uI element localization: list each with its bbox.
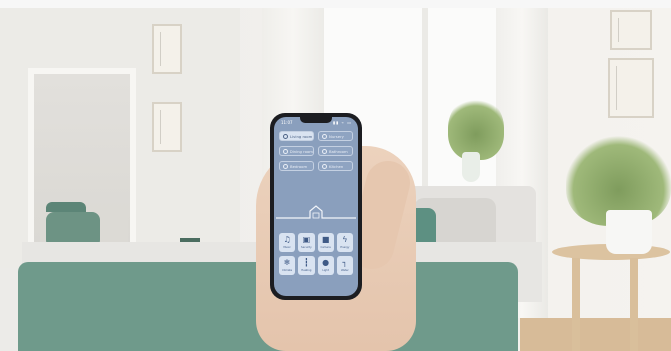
wall-art-frame: [152, 24, 182, 74]
room-label: Kitchen: [329, 163, 344, 169]
status-icons: ▮▮ ⌁ ▭: [332, 120, 352, 125]
room-button-dining-room[interactable]: Dining room: [279, 146, 314, 156]
wall-art-frame: [610, 10, 652, 50]
room-label: Bedroom: [290, 163, 308, 169]
table-vase: [606, 210, 652, 254]
control-label: Climate: [282, 269, 293, 272]
wall-art-frame: [608, 58, 654, 118]
radio-icon: [283, 148, 288, 154]
camera-icon: ■: [321, 235, 330, 244]
room-button-kitchen[interactable]: Kitchen: [318, 161, 353, 171]
control-label: Security: [301, 246, 312, 249]
bolt-icon: ϟ: [342, 235, 348, 244]
window-vase: [462, 152, 480, 182]
radio-icon: [322, 133, 327, 139]
room-button-bedroom[interactable]: Bedroom: [279, 161, 314, 171]
side-table-leg: [630, 258, 638, 351]
control-grid: ♫ Music ▣ Security ■ Camera ϟ Energy ❄ Climat…: [279, 233, 353, 275]
control-tile-climate[interactable]: ❄ Climate: [279, 256, 296, 275]
floor: [520, 318, 671, 351]
status-time: 11:07: [281, 120, 293, 125]
room-list: Living room Nursery Dining room Bathroom…: [279, 131, 353, 171]
control-label: Light: [322, 269, 329, 272]
window-plant: [448, 96, 504, 160]
room-button-living-room[interactable]: Living room: [279, 131, 314, 141]
smart-home-app-screen: 11:07 ▮▮ ⌁ ▭ Living room Nursery Dining …: [274, 117, 358, 296]
control-tile-water[interactable]: ┐ Water: [336, 256, 353, 275]
side-table-leg: [572, 258, 580, 351]
room-button-bathroom[interactable]: Bathroom: [318, 146, 353, 156]
radio-icon: [322, 148, 327, 154]
control-label: Music: [283, 246, 291, 249]
control-tile-energy[interactable]: ϟ Energy: [336, 233, 353, 252]
control-tile-light[interactable]: ● Light: [317, 256, 334, 275]
phone-notch: [300, 117, 332, 123]
control-label: Heating: [301, 269, 312, 272]
bedroom-scene: 11:07 ▮▮ ⌁ ▭ Living room Nursery Dining …: [0, 0, 671, 351]
radio-icon: [283, 133, 288, 139]
control-label: Water: [341, 269, 349, 272]
control-tile-camera[interactable]: ■ Camera: [317, 233, 334, 252]
music-icon: ♫: [283, 235, 291, 244]
control-tile-music[interactable]: ♫ Music: [279, 233, 296, 252]
control-tile-security[interactable]: ▣ Security: [298, 233, 315, 252]
radio-icon: [322, 163, 327, 169]
control-label: Energy: [340, 246, 350, 249]
tap-icon: ┐: [342, 258, 348, 267]
smartphone: 11:07 ▮▮ ⌁ ▭ Living room Nursery Dining …: [270, 113, 362, 300]
thermometer-icon: ┇: [303, 258, 309, 267]
wall-art-frame: [152, 102, 182, 152]
climate-icon: ❄: [283, 258, 291, 267]
room-label: Dining room: [289, 148, 313, 154]
control-tile-heating[interactable]: ┇ Heating: [298, 256, 315, 275]
house-outline-icon: [276, 205, 356, 219]
room-label: Bathroom: [329, 148, 348, 154]
lock-icon: ▣: [302, 235, 311, 244]
radio-icon: [283, 163, 288, 169]
bulb-icon: ●: [322, 258, 330, 267]
control-label: Camera: [320, 246, 331, 249]
room-button-nursery[interactable]: Nursery: [318, 131, 353, 141]
room-label: Nursery: [329, 133, 344, 139]
room-label: Living room: [290, 133, 313, 139]
top-strip: [0, 0, 671, 8]
